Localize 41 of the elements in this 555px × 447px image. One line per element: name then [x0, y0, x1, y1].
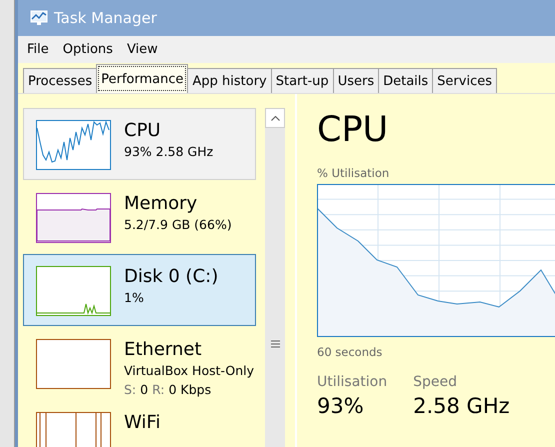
tab[interactable]: Users [332, 68, 380, 93]
item-name: WiFi [124, 412, 160, 434]
stat-value: 2.58 GHz [413, 394, 510, 418]
time-label: 60 seconds [317, 345, 384, 359]
rate-label: R: [152, 381, 165, 398]
item-detail: 5.2/7.9 GB (66%) [124, 216, 232, 234]
tab[interactable]: Details [378, 68, 434, 93]
scroll-up-button[interactable] [265, 108, 285, 128]
sidebar-item[interactable]: Ethernet VirtualBox Host-Only S: 0 R: 0 Kbps [23, 327, 256, 399]
item-name: Ethernet [124, 339, 203, 361]
tab[interactable]: Performance [96, 64, 188, 93]
sidebar-item[interactable]: Memory 5.2/7.9 GB (66%) [23, 181, 256, 253]
item-name: CPU [124, 120, 162, 142]
item-detail: 93% 2.58 GHz [124, 143, 214, 161]
item-name: Memory [124, 193, 198, 215]
item-name: Disk 0 (C:) [124, 266, 218, 288]
tab[interactable]: Services [432, 68, 497, 93]
rate-value: 0 Kbps [168, 381, 212, 398]
item-detail: VirtualBox Host-Only [124, 362, 254, 380]
tab[interactable]: Processes [23, 68, 98, 93]
menu-item[interactable]: File [27, 42, 49, 57]
scrollbar[interactable] [265, 108, 285, 447]
stat-label: Speed [413, 374, 458, 390]
stat-value: 93% [317, 394, 365, 418]
grip-icon [270, 340, 280, 348]
rate-label: S: [124, 381, 136, 398]
menu-item[interactable]: View [126, 42, 158, 57]
app-icon [30, 10, 48, 26]
sidebar-item[interactable]: Disk 0 (C:) 1% [23, 254, 256, 326]
rate-value: 0 [140, 381, 148, 398]
tab[interactable]: App history [187, 68, 272, 93]
tab[interactable]: Start-up [270, 68, 334, 93]
window-title: Task Manager [54, 9, 157, 27]
sidebar-item[interactable]: WiFi [23, 400, 256, 447]
sidebar-item[interactable]: CPU 93% 2.58 GHz [23, 108, 256, 180]
chart-label: % Utilisation [317, 166, 390, 180]
stat-label: Utilisation [317, 374, 388, 390]
detail-title: CPU [317, 109, 390, 152]
caret-icon [270, 116, 280, 120]
item-detail: 1% [124, 289, 145, 307]
menu-item[interactable]: Options [62, 42, 113, 57]
